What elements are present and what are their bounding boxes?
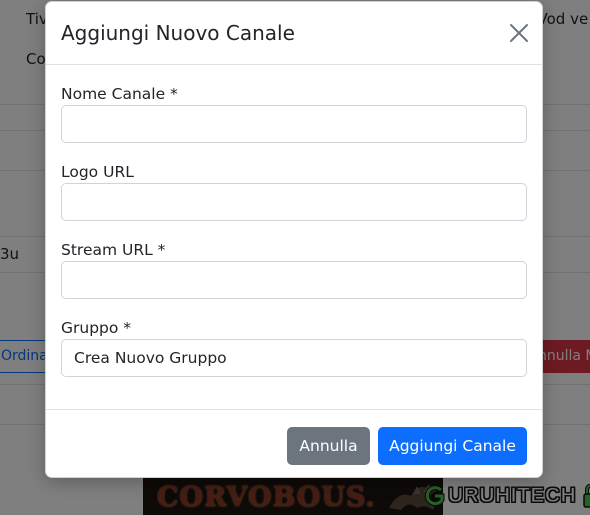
modal-footer: Annulla Aggiungi Canale: [46, 409, 542, 479]
modal-title: Aggiungi Nuovo Canale: [61, 21, 295, 45]
modal-header: Aggiungi Nuovo Canale: [46, 2, 542, 65]
stream-url-input[interactable]: [61, 261, 527, 299]
close-icon[interactable]: [508, 22, 530, 44]
group-label: Gruppo *: [61, 319, 132, 337]
stream-url-label: Stream URL *: [61, 241, 166, 259]
channel-name-input[interactable]: [61, 105, 527, 143]
add-channel-modal: Aggiungi Nuovo Canale Nome Canale * Logo…: [45, 1, 543, 478]
cancel-button[interactable]: Annulla: [287, 427, 370, 465]
add-channel-button[interactable]: Aggiungi Canale: [378, 427, 527, 465]
logo-url-input[interactable]: [61, 183, 527, 221]
logo-url-label: Logo URL: [61, 163, 134, 181]
channel-name-label: Nome Canale *: [61, 85, 178, 103]
group-select[interactable]: Crea Nuovo Gruppo: [61, 339, 527, 377]
